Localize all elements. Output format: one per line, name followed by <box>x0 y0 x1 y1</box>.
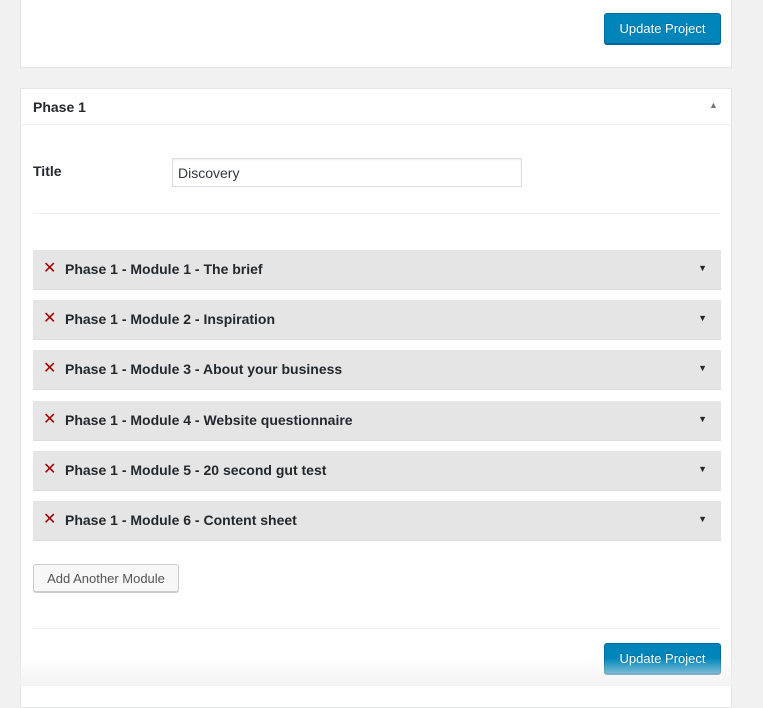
phase-header[interactable]: Phase 1 ▲ <box>21 89 731 125</box>
phase-panel: Phase 1 ▲ Title ✕ Phase 1 - Module 1 - T… <box>20 88 732 708</box>
expand-triangle-icon[interactable]: ▼ <box>698 464 707 474</box>
expand-triangle-icon[interactable]: ▼ <box>698 363 707 373</box>
module-row[interactable]: ✕ Phase 1 - Module 1 - The brief ▼ <box>33 250 721 290</box>
module-label: Phase 1 - Module 1 - The brief <box>65 261 263 277</box>
remove-x-icon[interactable]: ✕ <box>43 360 56 378</box>
module-row[interactable]: ✕ Phase 1 - Module 2 - Inspiration ▼ <box>33 300 721 341</box>
expand-triangle-icon[interactable]: ▼ <box>698 313 707 323</box>
module-label: Phase 1 - Module 5 - 20 second gut test <box>65 461 327 478</box>
remove-x-icon[interactable]: ✕ <box>43 511 56 529</box>
module-row[interactable]: ✕ Phase 1 - Module 5 - 20 second gut tes… <box>33 450 721 491</box>
remove-x-icon[interactable]: ✕ <box>43 310 56 328</box>
add-another-module-button[interactable]: Add Another Module <box>33 564 179 592</box>
remove-x-icon[interactable]: ✕ <box>43 411 56 429</box>
title-field-label: Title <box>33 163 62 179</box>
module-row[interactable]: ✕ Phase 1 - Module 4 - Website questionn… <box>33 400 721 441</box>
module-label: Phase 1 - Module 6 - Content sheet <box>65 511 297 528</box>
update-project-button-top[interactable]: Update Project <box>604 13 721 44</box>
module-label: Phase 1 - Module 4 - Website questionnai… <box>65 411 353 428</box>
phase-title: Phase 1 <box>33 99 86 115</box>
module-label: Phase 1 - Module 3 - About your business <box>65 361 343 378</box>
expand-triangle-icon[interactable]: ▼ <box>698 263 707 273</box>
divider <box>33 628 720 629</box>
module-list: ✕ Phase 1 - Module 1 - The brief ▼ ✕ Pha… <box>33 250 721 551</box>
module-label: Phase 1 - Module 2 - Inspiration <box>65 311 276 328</box>
update-project-button-bottom[interactable]: Update Project <box>604 643 721 674</box>
module-row[interactable]: ✕ Phase 1 - Module 6 - Content sheet ▼ <box>33 500 721 541</box>
module-row[interactable]: ✕ Phase 1 - Module 3 - About your busine… <box>33 350 721 391</box>
expand-triangle-icon[interactable]: ▼ <box>698 514 707 524</box>
remove-x-icon[interactable]: ✕ <box>43 461 56 479</box>
expand-triangle-icon[interactable]: ▼ <box>698 414 707 424</box>
phase-title-input[interactable] <box>172 158 522 187</box>
collapse-triangle-icon[interactable]: ▲ <box>709 100 718 110</box>
remove-x-icon[interactable]: ✕ <box>43 260 56 278</box>
divider <box>33 213 720 214</box>
top-panel: Update Project <box>20 0 732 68</box>
